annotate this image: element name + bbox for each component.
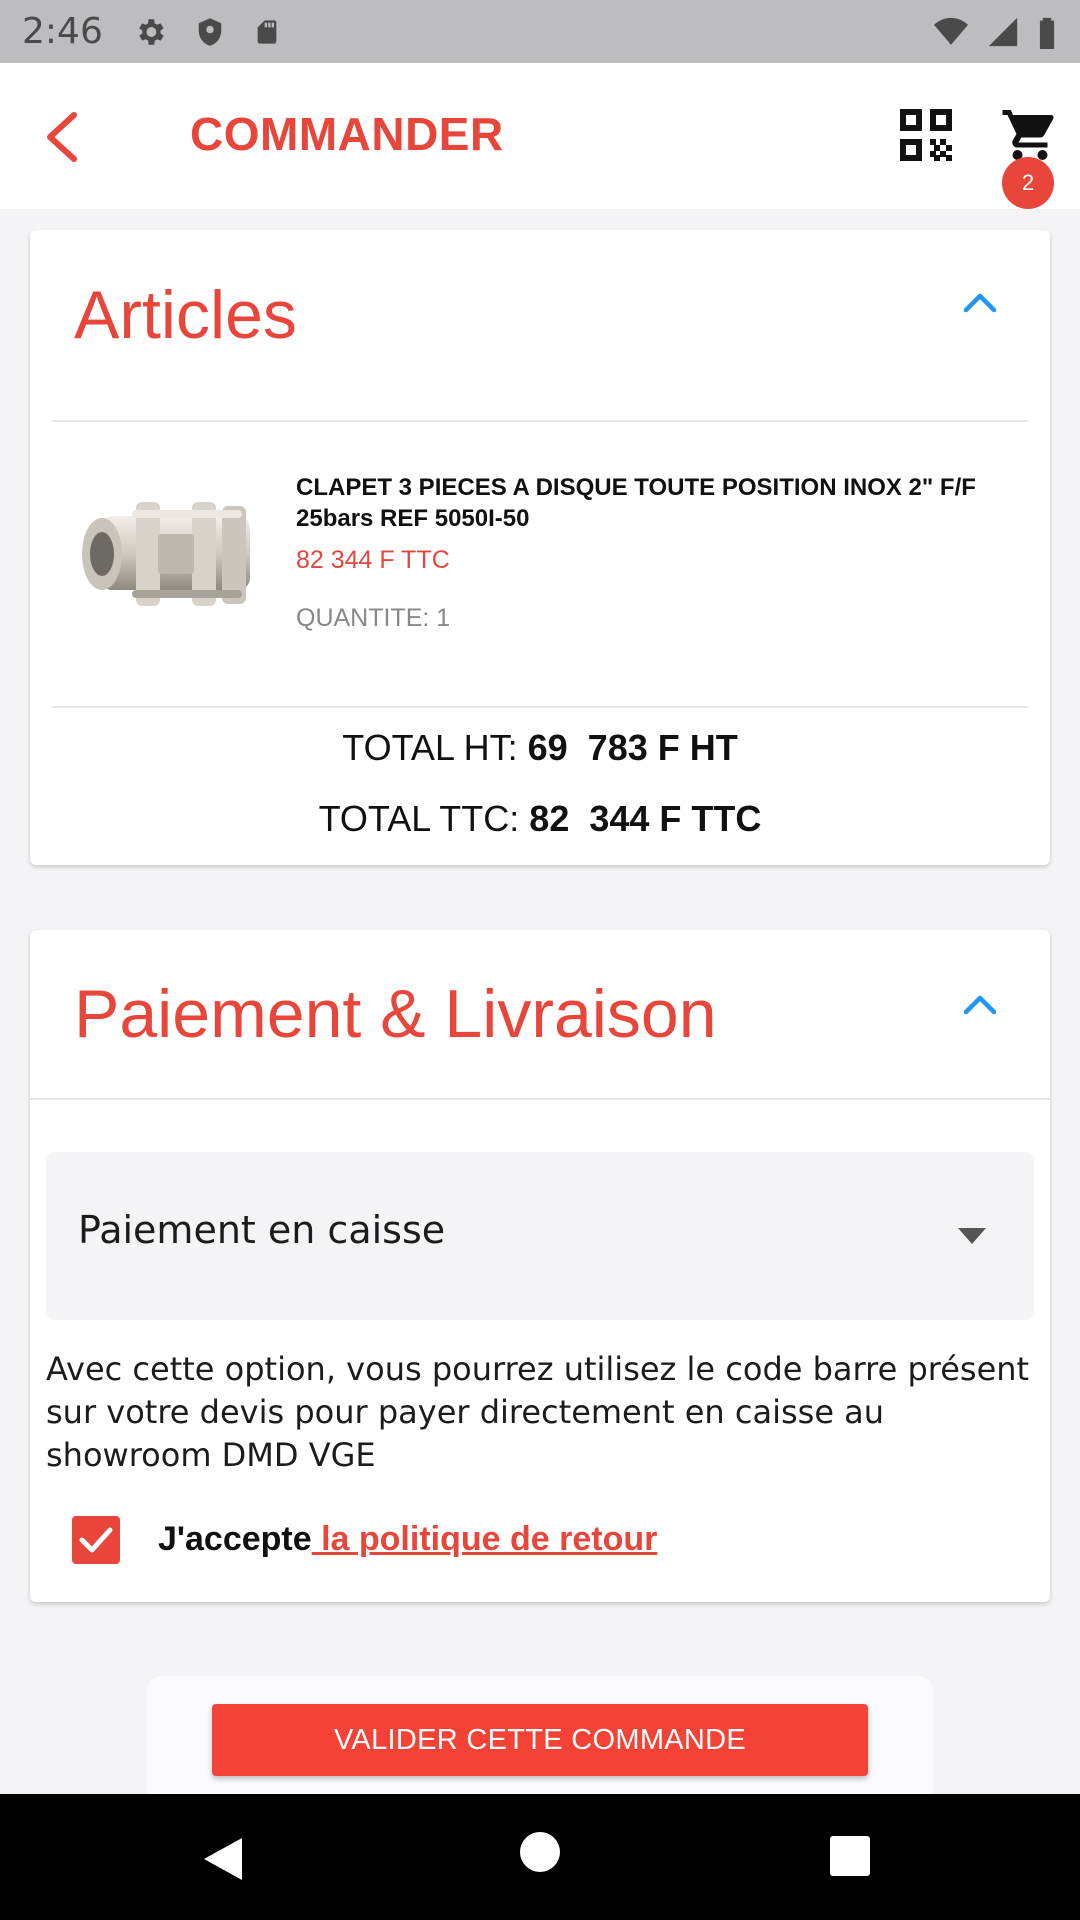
checkmark-icon (79, 1527, 113, 1553)
total-ht-label: TOTAL HT: (342, 727, 518, 768)
accept-text: J'accepte (158, 1520, 312, 1558)
validate-order-button[interactable]: VALIDER CETTE COMMANDE (212, 1704, 868, 1776)
total-ttc-value: 82 344 F TTC (529, 798, 762, 839)
back-arrow-icon (47, 112, 77, 162)
payment-method-value: Paiement en caisse (78, 1208, 446, 1252)
total-ttc-line: TOTAL TTC: 82 344 F TTC (30, 798, 1050, 840)
settings-icon (139, 18, 164, 45)
return-policy-link[interactable]: la politique de retour (312, 1520, 657, 1558)
collapse-payment-chevron-up-icon[interactable] (962, 992, 998, 1016)
total-ttc-label: TOTAL TTC: (318, 798, 520, 839)
nav-back-icon[interactable] (200, 1834, 250, 1884)
qr-code-button[interactable] (900, 109, 956, 165)
nav-recents-icon[interactable] (830, 1836, 870, 1876)
product-image (82, 502, 250, 606)
payment-option-description: Avec cette option, vous pourrez utilisez… (46, 1350, 1030, 1474)
list-item[interactable]: CLAPET 3 PIECES A DISQUE TOUTE POSITION … (52, 420, 1028, 690)
payment-method-select[interactable]: Paiement en caisse (46, 1152, 1034, 1320)
cart-icon (1002, 110, 1054, 160)
accept-policy-label: J'accepte la politique de retour (158, 1520, 657, 1559)
accept-policy-checkbox[interactable] (72, 1516, 120, 1564)
product-name: CLAPET 3 PIECES A DISQUE TOUTE POSITION … (296, 474, 976, 532)
page-title: COMMANDER (190, 108, 504, 160)
articles-title: Articles (74, 277, 297, 353)
status-bar: 2:46 (0, 0, 1080, 63)
system-nav-bar (0, 1794, 1080, 1920)
shield-icon (198, 17, 222, 46)
battery-icon (1039, 17, 1055, 49)
sd-card-icon (257, 19, 277, 44)
total-ht-line: TOTAL HT: 69 783 F HT (30, 727, 1050, 769)
divider (52, 706, 1028, 708)
status-time: 2:46 (22, 11, 103, 52)
cart-count-badge: 2 (1002, 157, 1054, 209)
total-ht-value: 69 783 F HT (527, 727, 738, 768)
articles-card: Articles CLAPET 3 PIECES A DISQUE TOUTE … (30, 230, 1050, 865)
nav-home-icon[interactable] (520, 1832, 560, 1872)
back-button[interactable] (36, 109, 86, 165)
payment-delivery-card: Paiement & Livraison Paiement en caisse … (30, 930, 1050, 1602)
signal-icon (988, 17, 1018, 46)
product-price: 82 344 F TTC (296, 546, 450, 574)
wifi-icon (934, 17, 968, 45)
divider (30, 1098, 1050, 1100)
dropdown-caret-icon (958, 1228, 986, 1244)
qr-code-icon (900, 109, 952, 161)
collapse-articles-chevron-up-icon[interactable] (962, 290, 998, 314)
payment-delivery-title: Paiement & Livraison (74, 976, 717, 1052)
app-bar: COMMANDER (0, 63, 1080, 209)
product-quantity: QUANTITE: 1 (296, 604, 451, 632)
